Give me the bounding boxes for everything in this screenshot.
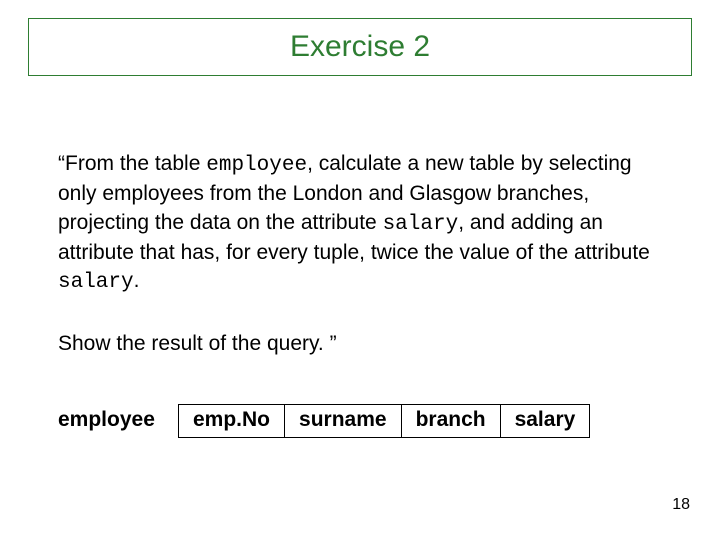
code-salary-1: salary [383, 213, 459, 236]
col-surname: surname [285, 405, 402, 438]
title-box: Exercise 2 [28, 18, 692, 76]
exercise-prompt: “From the table employee, calculate a ne… [58, 150, 658, 298]
show-result-line: Show the result of the query. ” [58, 332, 337, 356]
page-title: Exercise 2 [290, 30, 430, 64]
page-number: 18 [672, 496, 690, 514]
code-employee: employee [206, 154, 307, 177]
prompt-text-4: . [134, 269, 140, 292]
col-branch: branch [401, 405, 500, 438]
code-salary-2: salary [58, 271, 134, 294]
col-salary: salary [500, 405, 590, 438]
table-label: employee [58, 408, 155, 432]
table-row: emp.No surname branch salary [179, 405, 590, 438]
col-empno: emp.No [179, 405, 285, 438]
schema-table: emp.No surname branch salary [178, 404, 590, 438]
prompt-text-1: “From the table [58, 152, 206, 175]
